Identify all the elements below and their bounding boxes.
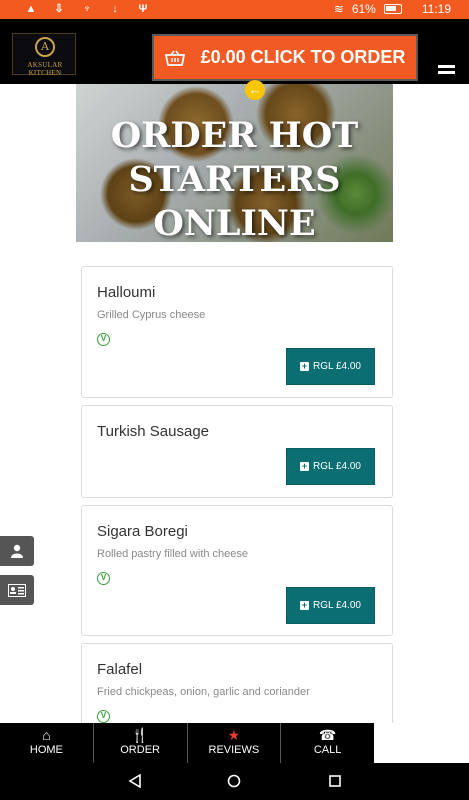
- page-title: ORDER HOT STARTERS ONLINE: [0, 114, 469, 246]
- menu-item-description: Fried chickpeas, onion, garlic and coria…: [97, 686, 310, 698]
- order-button-label: £0.00 CLICK TO ORDER: [200, 47, 406, 67]
- usb-icon: Ψ: [138, 3, 148, 15]
- home-icon: ⌂: [42, 727, 51, 743]
- plus-icon: +: [300, 361, 309, 371]
- plug-icon: ♆: [82, 3, 92, 15]
- nav-call-label: CALL: [313, 744, 342, 756]
- nav-order-label: ORDER: [120, 744, 160, 756]
- clock: 11:19: [421, 2, 451, 16]
- nav-reviews-label: REVIEWS: [208, 744, 260, 756]
- home-circle-icon[interactable]: [227, 774, 241, 788]
- battery-percent: 61%: [351, 2, 376, 16]
- battery-icon: [383, 4, 402, 14]
- hamburger-menu-icon[interactable]: [438, 65, 455, 78]
- bottom-nav-spacer: [374, 723, 469, 763]
- account-button[interactable]: [0, 536, 34, 566]
- phone-icon: ☎: [318, 727, 337, 743]
- price-label: RGL £4.00: [313, 600, 361, 611]
- hero-banner: ← ORDER HOT STARTERS ONLINE: [0, 80, 469, 244]
- nav-reviews[interactable]: ★ REVIEWS: [188, 723, 282, 763]
- wifi-icon: ≋: [333, 2, 344, 16]
- vegetarian-icon: V: [97, 333, 110, 346]
- nav-call[interactable]: ☎ CALL: [281, 723, 374, 763]
- price-label: RGL £4.00: [313, 361, 361, 372]
- status-bar: ▲ ⇩ ♆ ↓ Ψ ≋ 61% 11:19: [0, 0, 469, 19]
- add-to-order-button[interactable]: + RGL £4.00: [286, 587, 375, 624]
- nav-home-label: HOME: [29, 744, 63, 756]
- price-label: RGL £4.00: [313, 461, 361, 472]
- back-triangle-icon[interactable]: [128, 774, 142, 788]
- warning-icon: ▲: [25, 3, 37, 15]
- bottom-nav: ⌂ HOME 🍴 ORDER ★ REVIEWS ☎ CALL: [0, 723, 374, 763]
- app-header: A AKSULAR KITCHEN £0.00 CLICK TO ORDER: [0, 19, 469, 84]
- menu-item-card: Sigara Boregi Rolled pastry filled with …: [81, 505, 393, 636]
- nav-order[interactable]: 🍴 ORDER: [94, 723, 188, 763]
- order-button[interactable]: £0.00 CLICK TO ORDER: [152, 34, 418, 81]
- menu-item-name: Halloumi: [97, 284, 156, 301]
- download-box-icon: ⇩: [54, 3, 64, 15]
- utensils-icon: 🍴: [131, 727, 149, 743]
- user-icon: [11, 544, 23, 558]
- logo-emblem: A: [35, 37, 55, 57]
- basket-icon: [164, 50, 185, 66]
- star-icon: ★: [227, 727, 241, 743]
- page-title-line-1: ORDER HOT STARTERS: [110, 115, 359, 200]
- download-icon: ↓: [112, 3, 118, 15]
- menu-list: Halloumi Grilled Cyprus cheese V + RGL £…: [81, 266, 393, 770]
- menu-item-name: Falafel: [97, 661, 143, 678]
- contact-card-button[interactable]: [0, 575, 34, 605]
- restaurant-logo[interactable]: A AKSULAR KITCHEN: [12, 33, 76, 77]
- add-to-order-button[interactable]: + RGL £4.00: [286, 448, 375, 485]
- vegetarian-icon: V: [97, 710, 110, 723]
- plus-icon: +: [300, 600, 309, 610]
- system-nav-bar: [0, 763, 469, 800]
- plus-icon: +: [300, 461, 309, 471]
- vegetarian-icon: V: [97, 572, 110, 585]
- menu-item-card: Turkish Sausage + RGL £4.00: [81, 405, 393, 498]
- menu-item-card: Halloumi Grilled Cyprus cheese V + RGL £…: [81, 266, 393, 398]
- menu-item-name: Sigara Boregi: [97, 523, 188, 540]
- arrow-left-icon[interactable]: ←: [245, 80, 265, 100]
- menu-item-description: Rolled pastry filled with cheese: [97, 548, 249, 560]
- id-card-icon: [8, 584, 26, 597]
- recents-square-icon[interactable]: [328, 774, 342, 788]
- menu-item-description: Grilled Cyprus cheese: [97, 309, 206, 321]
- add-to-order-button[interactable]: + RGL £4.00: [286, 348, 375, 385]
- page-title-line-2: ONLINE: [153, 203, 316, 244]
- logo-text: AKSULAR KITCHEN: [27, 61, 63, 77]
- menu-item-name: Turkish Sausage: [97, 423, 210, 440]
- nav-home[interactable]: ⌂ HOME: [0, 723, 94, 763]
